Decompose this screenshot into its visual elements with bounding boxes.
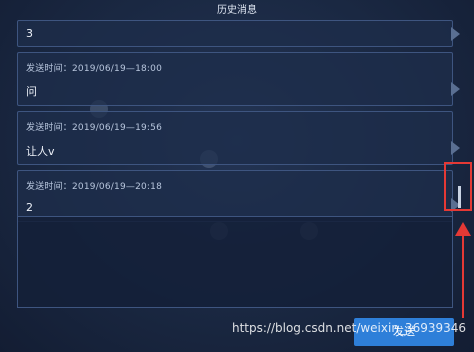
message-text: 问 bbox=[26, 85, 37, 98]
message-expand-icon[interactable] bbox=[451, 141, 460, 155]
annotation-arrow bbox=[462, 234, 464, 318]
message-expand-icon[interactable] bbox=[451, 27, 460, 41]
window-title: 历史消息 bbox=[217, 5, 257, 16]
annotation-highlight-box bbox=[444, 162, 472, 211]
message-item: 发送时间：2019/06/19—19:56 让人v bbox=[17, 111, 453, 165]
message-item: 发送时间：2019/06/19—20:18 2 bbox=[17, 170, 453, 222]
message-item: 发送时间：2019/06/19—18:00 问 bbox=[17, 52, 453, 106]
message-text: 2 bbox=[26, 201, 33, 214]
message-time: 发送时间：2019/06/19—19:56 bbox=[26, 123, 163, 133]
message-text: 让人v bbox=[26, 145, 55, 158]
message-expand-icon[interactable] bbox=[451, 82, 460, 96]
message-item: 3 bbox=[17, 20, 453, 47]
message-text: 3 bbox=[26, 27, 33, 40]
watermark: https://blog.csdn.net/weixin_36939346 bbox=[232, 321, 467, 335]
message-time: 发送时间：2019/06/19—20:18 bbox=[26, 182, 163, 192]
annotation-arrow-head-icon bbox=[455, 222, 471, 236]
message-time: 发送时间：2019/06/19—18:00 bbox=[26, 64, 163, 74]
message-input[interactable] bbox=[17, 216, 453, 308]
